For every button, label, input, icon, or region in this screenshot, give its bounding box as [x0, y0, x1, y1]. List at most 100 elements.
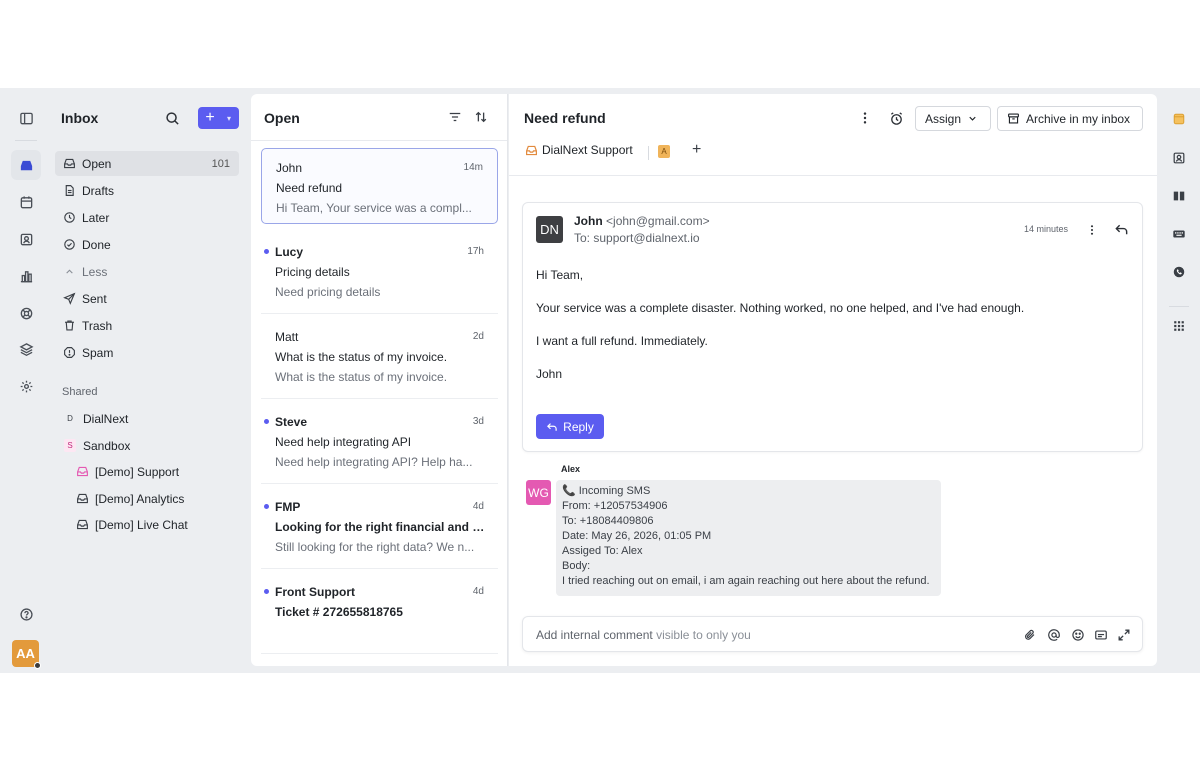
conversation-subject: Need help integrating API	[275, 435, 412, 449]
sidebar-item-open[interactable]: Open 101	[55, 151, 239, 176]
sidebar-item-less[interactable]: Less	[55, 259, 239, 284]
conversation-inbox[interactable]: DialNext Support	[525, 143, 633, 157]
mention-icon[interactable]	[1046, 627, 1062, 643]
sidebar-item-trash[interactable]: Trash	[55, 313, 239, 338]
conversation-item[interactable]: Front Support 4d Ticket # 272655818765	[261, 573, 498, 649]
sidebar-item-dialnext[interactable]: D DialNext	[55, 406, 239, 431]
note-avatar: WG	[526, 480, 551, 505]
phone-icon[interactable]	[1169, 262, 1189, 282]
settings-icon[interactable]	[11, 371, 41, 401]
inbox-icon[interactable]	[11, 150, 41, 180]
message-recipient: To: support@dialnext.io	[574, 231, 700, 245]
sidebar-item-spam[interactable]: Spam	[55, 340, 239, 365]
search-icon[interactable]	[162, 108, 182, 128]
assign-label: Assign	[925, 111, 962, 126]
user-initials: AA	[16, 646, 35, 661]
conversation-subject: Need refund	[276, 181, 343, 195]
sort-icon[interactable]	[473, 109, 489, 125]
sidebar-item-label: Drafts	[82, 183, 115, 198]
comment-placeholder-main: Add internal comment	[536, 628, 653, 642]
expand-icon[interactable]	[1116, 627, 1132, 643]
sidebar-item-label: Trash	[82, 318, 113, 333]
conversation-item[interactable]: John 14m Need refund Hi Team, Your servi…	[261, 148, 498, 224]
sidebar-item-label: [Demo] Analytics	[95, 491, 185, 506]
sidebar-item-sent[interactable]: Sent	[55, 286, 239, 311]
help-icon[interactable]	[11, 599, 41, 629]
icon-rail: AA	[7, 94, 45, 669]
sidebar-item-demo-live-chat[interactable]: [Demo] Live Chat	[55, 512, 239, 537]
list-divider	[261, 313, 498, 314]
inbox-icon	[525, 144, 538, 157]
conversation-time: 17h	[467, 246, 484, 257]
user-avatar[interactable]: AA	[12, 640, 41, 669]
chevron-down-icon[interactable]: ▾	[222, 114, 236, 123]
workspace-badge: D	[64, 412, 76, 425]
notes-icon[interactable]	[1169, 109, 1189, 129]
filter-icon[interactable]	[447, 109, 463, 125]
contact-card-icon[interactable]	[1169, 148, 1189, 168]
conversation-list-panel: Open John 14m Need refund Hi Team, Your …	[251, 94, 508, 666]
add-tag-button[interactable]: +	[692, 141, 701, 159]
rail-divider	[15, 140, 37, 141]
internal-note: 📞 Incoming SMS From: +12057534906 To: +1…	[556, 480, 941, 596]
message-line: Hi Team,	[536, 268, 584, 282]
sidebar-item-done[interactable]: Done	[55, 232, 239, 257]
sender-avatar: DN	[536, 216, 563, 243]
help-center-icon[interactable]	[11, 298, 41, 328]
list-divider	[261, 568, 498, 569]
sidebar-item-label: Spam	[82, 345, 114, 360]
conversation-item[interactable]: FMP 4d Looking for the right financial a…	[261, 488, 498, 564]
note-author: Alex	[561, 464, 581, 474]
emoji-icon[interactable]	[1070, 627, 1086, 643]
conversation-subject: What is the status of my invoice.	[275, 350, 448, 364]
reply-button[interactable]: Reply	[536, 414, 604, 439]
contacts-icon[interactable]	[11, 224, 41, 254]
right-rail	[1164, 94, 1194, 664]
sidebar-item-demo-analytics[interactable]: [Demo] Analytics	[55, 486, 239, 511]
note-line: Date: May 26, 2026, 01:05 PM	[562, 530, 712, 542]
conversation-item[interactable]: Lucy 17h Pricing details Need pricing de…	[261, 233, 498, 309]
keyboard-icon[interactable]	[1169, 224, 1189, 244]
gif-icon[interactable]	[1093, 627, 1109, 643]
analytics-icon[interactable]	[11, 261, 41, 291]
conversation-sender: Lucy	[275, 245, 304, 259]
message-line: I want a full refund. Immediately.	[536, 334, 708, 348]
apps-grid-icon[interactable]	[1169, 316, 1189, 336]
reply-icon[interactable]	[1113, 221, 1129, 237]
new-message-button[interactable]: + ▾	[198, 107, 239, 129]
inbox-name: DialNext Support	[542, 143, 633, 157]
right-rail-divider	[1169, 306, 1189, 307]
chevron-up-icon	[62, 265, 76, 279]
conversation-time: 2d	[472, 331, 484, 342]
comment-input[interactable]: Add internal comment visible to only you	[522, 616, 1143, 652]
snooze-alarm-icon[interactable]	[887, 109, 905, 127]
archive-button[interactable]: Archive in my inbox	[997, 106, 1143, 131]
conversation-snippet: Hi Team, Your service was a compl...	[276, 201, 472, 215]
message-line: John	[536, 367, 563, 381]
header-divider	[648, 146, 649, 160]
assign-button[interactable]: Assign	[915, 106, 991, 131]
conversation-item[interactable]: Matt 2d What is the status of my invoice…	[261, 318, 498, 394]
attachment-icon[interactable]	[1022, 627, 1038, 643]
sidebar-toggle-icon[interactable]	[11, 103, 41, 133]
layers-icon[interactable]	[11, 334, 41, 364]
conversation-time: 4d	[472, 586, 484, 597]
message-more-icon[interactable]	[1086, 222, 1098, 238]
conversation-item[interactable]: Steve 3d Need help integrating API Need …	[261, 403, 498, 479]
message-line: Your service was a complete disaster. No…	[536, 301, 1025, 315]
spam-icon	[62, 346, 76, 360]
inbox-icon	[62, 157, 76, 171]
note-line: From: +12057534906	[562, 500, 668, 512]
calendar-icon[interactable]	[11, 187, 41, 217]
sidebar-item-later[interactable]: Later	[55, 205, 239, 230]
sidebar-item-demo-support[interactable]: [Demo] Support	[55, 459, 239, 484]
sidebar-item-sandbox[interactable]: S Sandbox	[55, 433, 239, 458]
knowledge-base-icon[interactable]	[1169, 186, 1189, 206]
detail-header: Need refund Assign Archive in my inbox D…	[509, 94, 1157, 176]
clock-icon	[62, 211, 76, 225]
assignee-tag[interactable]: A	[658, 145, 670, 158]
more-options-icon[interactable]	[858, 110, 872, 126]
draft-icon	[62, 184, 76, 198]
sidebar-item-drafts[interactable]: Drafts	[55, 178, 239, 203]
conversation-time: 14m	[463, 162, 483, 173]
